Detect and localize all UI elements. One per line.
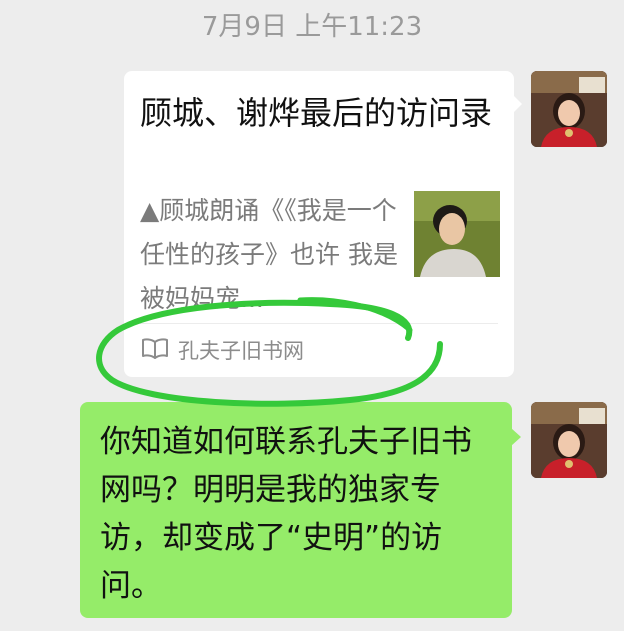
message-bubble[interactable]: 你知道如何联系孔夫子旧书网吗？明明是我的独家专访，却变成了“史明”的访问。 (80, 402, 521, 618)
card-tail (513, 95, 522, 113)
user-avatar[interactable] (531, 402, 607, 478)
link-card-description: ▲顾城朗诵《《我是一个任性的孩子》也许 我是被妈妈宠... (140, 196, 398, 313)
source-name: 孔夫子旧书网 (178, 339, 304, 363)
link-card-source: 孔夫子旧书网 (142, 333, 304, 367)
link-card-title: 顾城、谢烨最后的访问录 (140, 94, 493, 132)
link-card[interactable]: 顾城、谢烨最后的访问录 ▲顾城朗诵《《我是一个任性的孩子》也许 我是被妈妈宠..… (124, 71, 522, 377)
link-card-thumbnail (414, 191, 500, 277)
card-divider (140, 323, 498, 324)
user-avatar[interactable] (531, 71, 607, 147)
bubble-tail (511, 428, 521, 446)
book-icon (142, 337, 168, 364)
message-timestamp: 7月9日 上午11:23 (201, 12, 423, 42)
message-text: 你知道如何联系孔夫子旧书网吗？明明是我的独家专访，却变成了“史明”的访问。 (100, 424, 472, 604)
